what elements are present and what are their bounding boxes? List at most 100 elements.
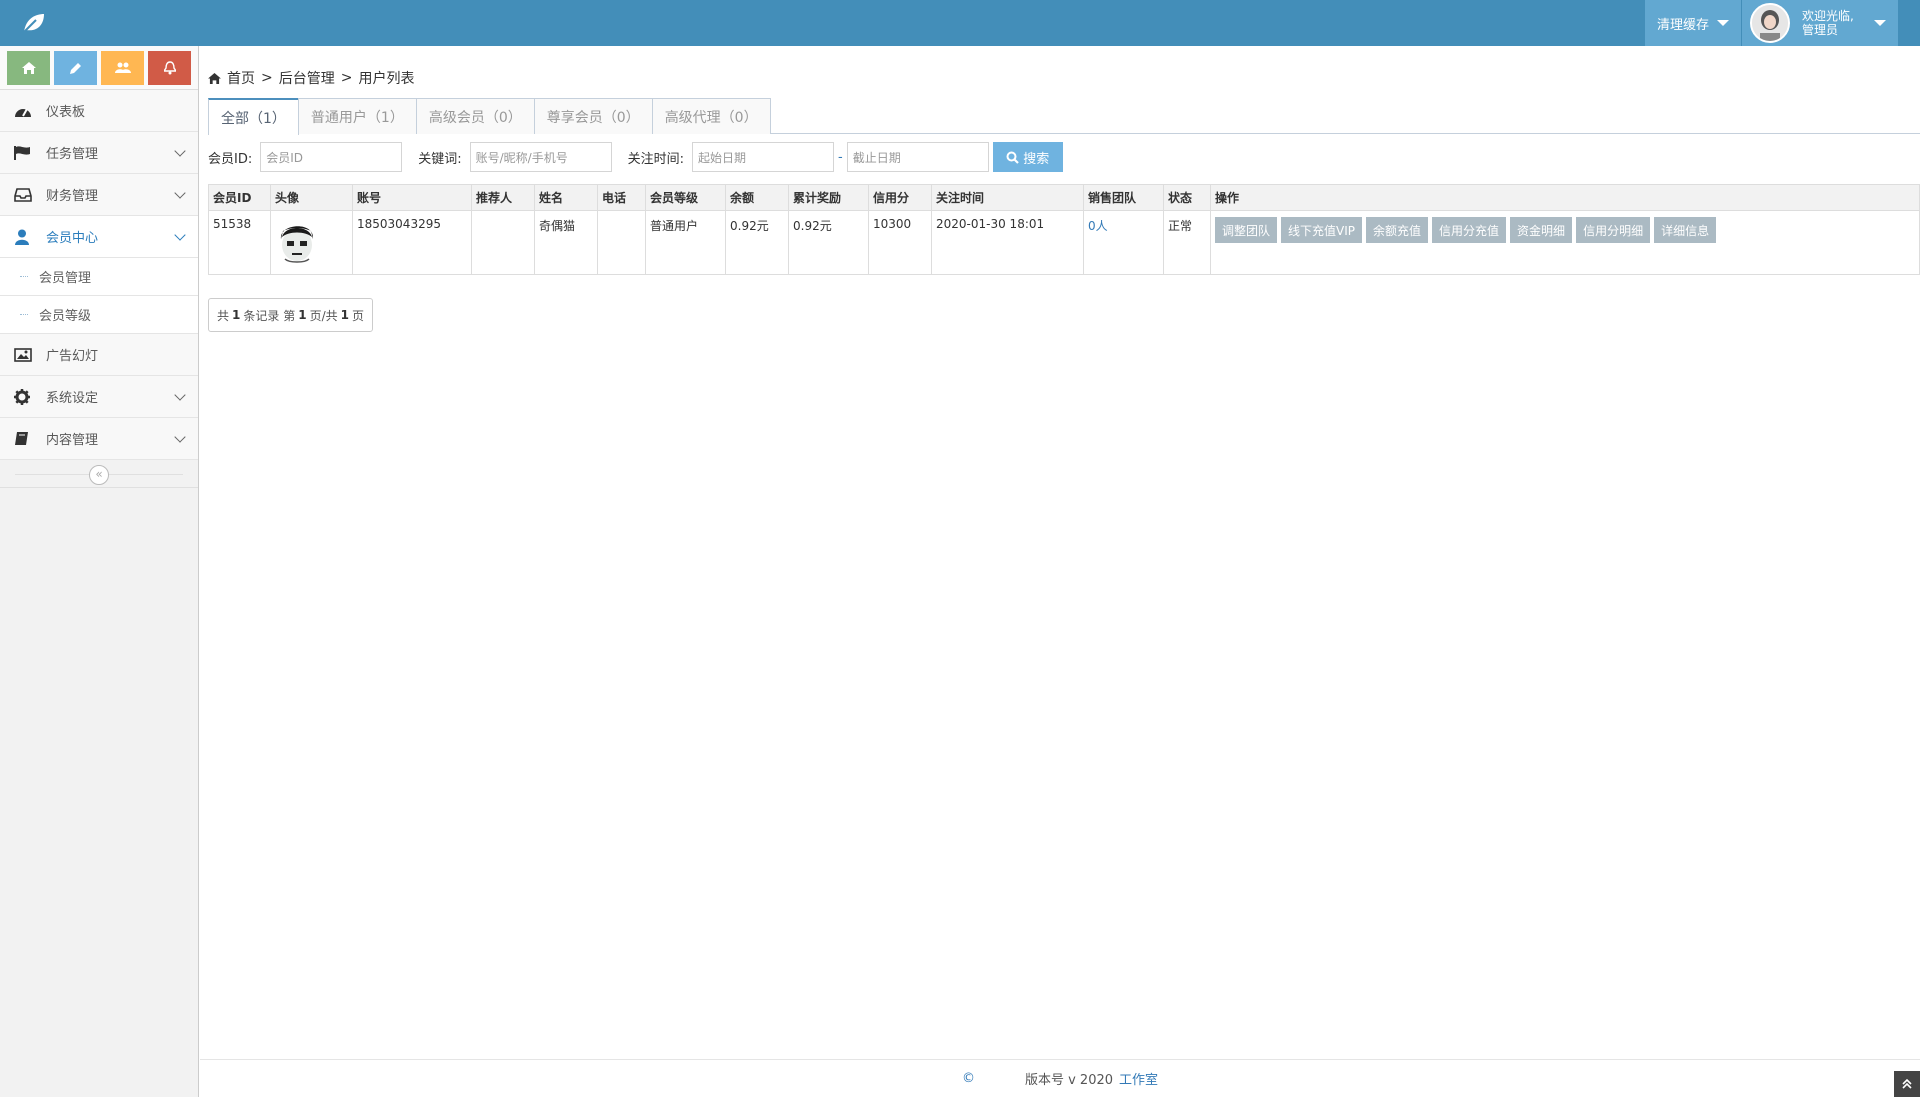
follow-time-label: 关注时间: — [627, 151, 685, 167]
chevron-down-icon — [174, 431, 186, 443]
detail-info-button[interactable]: 详细信息 — [1654, 217, 1717, 243]
action-buttons: 调整团队 线下充值VIP 余额充值 信用分充值 资金明细 信用分明细 详细信息 — [1215, 217, 1915, 243]
home-icon — [208, 72, 221, 84]
studio-link[interactable]: 工作室 — [1119, 1069, 1158, 1088]
sidebar-item-settings[interactable]: 系统设定 — [0, 376, 198, 418]
member-id-input[interactable]: 会员ID — [260, 142, 403, 172]
follow-time-cell: 2020-01-30 18:01 — [931, 210, 1084, 275]
pager-text: 页 — [351, 308, 364, 323]
tab-senior-agents[interactable]: 高级代理（0） — [651, 98, 771, 134]
group-shortcut-button[interactable] — [101, 51, 144, 85]
column-header: 会员ID — [208, 184, 271, 211]
sidebar-item-label: 广告幻灯 — [46, 349, 99, 364]
tab-regular-users[interactable]: 普通用户（1） — [297, 98, 417, 134]
keyword-input[interactable]: 账号/昵称/手机号 — [469, 142, 612, 172]
level-cell: 普通用户 — [645, 210, 726, 275]
sidebar-item-label: 内容管理 — [46, 433, 99, 448]
table-header-row: 会员ID 头像 账号 推荐人 姓名 电话 会员等级 余额 累计奖励 信用分 关注… — [208, 184, 1920, 211]
sidebar-subitem-member-level[interactable]: 会员等级 — [0, 296, 198, 334]
column-header: 推荐人 — [471, 184, 535, 211]
column-header: 会员等级 — [645, 184, 726, 211]
sidebar-item-dashboard[interactable]: 仪表板 — [0, 90, 198, 132]
sidebar: 仪表板 任务管理 财务管理 会员中心 会员管理 会员等级 广告幻灯 系统设定 内… — [0, 46, 199, 1097]
fund-details-button[interactable]: 资金明细 — [1510, 217, 1573, 243]
pager-text: 条记录 第 — [243, 308, 296, 323]
bell-shortcut-button[interactable] — [148, 51, 191, 85]
referrer-cell — [471, 210, 535, 275]
tab-premium-members[interactable]: 尊享会员（0） — [533, 98, 653, 134]
sidebar-subitem-label: 会员管理 — [39, 271, 92, 286]
search-icon — [1006, 151, 1019, 164]
picture-icon — [14, 347, 32, 362]
sidebar-item-label: 财务管理 — [46, 189, 99, 204]
credit-cell: 10300 — [868, 210, 932, 275]
sidebar-item-ads[interactable]: 广告幻灯 — [0, 334, 198, 376]
tab-all[interactable]: 全部（1） — [208, 98, 299, 135]
credit-details-button[interactable]: 信用分明细 — [1576, 217, 1651, 243]
bell-icon — [163, 61, 176, 75]
top-right-tools: 清理缓存 欢迎光临, 管理员 — [1645, 0, 1920, 46]
avatar-cell — [270, 210, 353, 275]
column-header: 状态 — [1163, 184, 1211, 211]
offline-vip-recharge-button[interactable]: 线下充值VIP — [1281, 217, 1363, 243]
table-row: 51538 18503043295 奇偶猫 普通用户 0.92元 0.92元 1… — [208, 210, 1920, 275]
adjust-team-button[interactable]: 调整团队 — [1215, 217, 1278, 243]
column-header: 信用分 — [868, 184, 932, 211]
member-id-cell: 51538 — [208, 210, 271, 275]
column-header: 累计奖励 — [788, 184, 869, 211]
leaf-logo-icon[interactable] — [18, 10, 48, 36]
flag-icon — [14, 145, 30, 160]
member-avatar[interactable] — [275, 217, 319, 265]
actions-cell: 调整团队 线下充值VIP 余额充值 信用分充值 资金明细 信用分明细 详细信息 — [1210, 210, 1920, 275]
breadcrumb: 首页 > 后台管理 > 用户列表 — [208, 68, 414, 88]
breadcrumb-separator: > — [261, 70, 273, 86]
sidebar-item-tasks[interactable]: 任务管理 — [0, 132, 198, 174]
double-chevron-up-icon — [1902, 1079, 1912, 1089]
pager-text: 页/共 — [309, 308, 338, 323]
sidebar-item-content[interactable]: 内容管理 — [0, 418, 198, 460]
member-table: 会员ID 头像 账号 推荐人 姓名 电话 会员等级 余额 累计奖励 信用分 关注… — [208, 184, 1920, 275]
sidebar-item-finance[interactable]: 财务管理 — [0, 174, 198, 216]
pager-current-page: 1 — [298, 308, 307, 322]
home-shortcut-button[interactable] — [7, 51, 50, 85]
sidebar-collapse-button[interactable]: « — [89, 465, 109, 485]
user-menu[interactable]: 欢迎光临, 管理员 — [1742, 0, 1898, 46]
chevron-down-icon — [174, 145, 186, 157]
date-separator: - — [838, 149, 843, 165]
pagination-info: 共 1 条记录 第 1 页/共 1 页 — [208, 298, 373, 332]
phone-cell — [597, 210, 646, 275]
shortcut-buttons — [0, 46, 198, 90]
keyword-label: 关键词: — [418, 151, 462, 167]
column-header: 销售团队 — [1083, 184, 1164, 211]
main-content: 首页 > 后台管理 > 用户列表 全部（1） 普通用户（1） 高级会员（0） 尊… — [200, 46, 1920, 1097]
clear-cache-button[interactable]: 清理缓存 — [1645, 0, 1741, 46]
inbox-icon — [14, 187, 32, 202]
breadcrumb-home-link[interactable]: 首页 — [227, 68, 255, 88]
edit-shortcut-button[interactable] — [54, 51, 97, 85]
sidebar-item-member-center[interactable]: 会员中心 — [0, 216, 198, 258]
balance-recharge-button[interactable]: 余额充值 — [1366, 217, 1429, 243]
home-icon — [21, 62, 36, 74]
tab-senior-members[interactable]: 高级会员（0） — [415, 98, 535, 134]
credit-recharge-button[interactable]: 信用分充值 — [1432, 217, 1507, 243]
sidebar-item-label: 系统设定 — [46, 391, 99, 406]
team-link[interactable]: 0人 — [1088, 219, 1108, 233]
version-text: 版本号 v 2020 — [1024, 1073, 1114, 1088]
avatar-icon — [1752, 5, 1788, 41]
scroll-to-top-button[interactable] — [1894, 1071, 1920, 1097]
footer: © 版本号 v 2020 工作室 — [200, 1059, 1920, 1097]
column-header: 余额 — [725, 184, 789, 211]
reward-cell: 0.92元 — [788, 210, 869, 275]
account-cell: 18503043295 — [352, 210, 472, 275]
sidebar-subitem-member-management[interactable]: 会员管理 — [0, 258, 198, 296]
breadcrumb-admin-link[interactable]: 后台管理 — [279, 68, 335, 88]
start-date-input[interactable]: 起始日期 — [692, 142, 835, 172]
chevron-down-icon — [174, 187, 186, 199]
user-greeting: 欢迎光临, 管理员 — [1802, 9, 1874, 37]
column-header: 关注时间 — [931, 184, 1084, 211]
end-date-input[interactable]: 截止日期 — [846, 142, 989, 172]
search-button[interactable]: 搜索 — [992, 142, 1063, 172]
column-header: 头像 — [270, 184, 353, 211]
gear-icon — [14, 388, 30, 405]
user-icon — [15, 229, 29, 245]
